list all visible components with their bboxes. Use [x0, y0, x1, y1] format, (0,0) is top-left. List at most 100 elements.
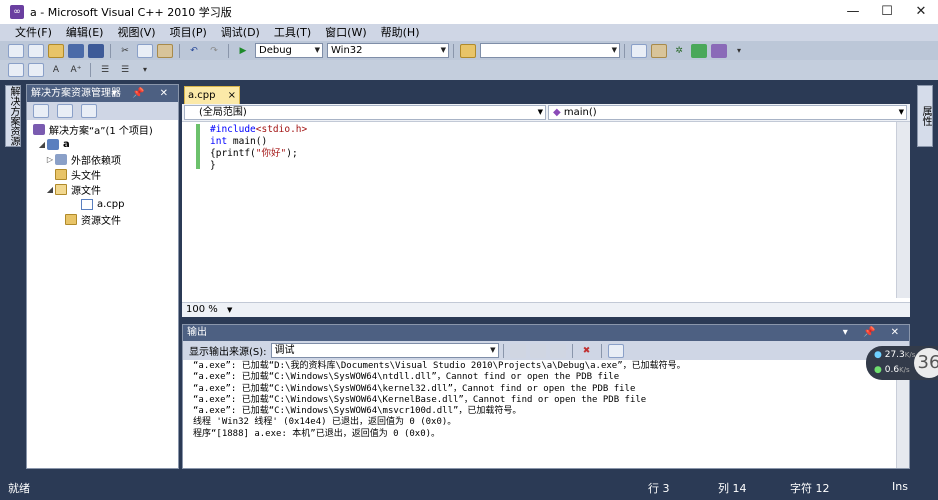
references-icon [55, 154, 67, 165]
go-to-next-message-icon[interactable] [549, 343, 566, 358]
toolbar-options-icon[interactable]: ▾ [731, 44, 747, 58]
panel-controls[interactable]: ▾ 📌 ✕ [843, 325, 905, 341]
save-icon[interactable] [68, 43, 84, 58]
output-line: “a.exe”: 已加载“C:\Windows\SysWOW64\KernelB… [193, 394, 647, 405]
display-object-member-list-icon[interactable] [8, 63, 24, 77]
add-item-icon[interactable] [28, 43, 44, 58]
tree-item-external-deps[interactable]: ▷ 外部依赖项 [27, 152, 178, 167]
menu-file[interactable]: 文件(F) [8, 24, 59, 41]
code-area[interactable]: #include<stdio.h> int main() {printf("你好… [182, 122, 910, 298]
comment-lines-icon[interactable]: ☰ [117, 63, 133, 77]
chevron-down-icon[interactable]: ▼ [227, 306, 232, 314]
properties-window-icon[interactable] [651, 43, 667, 58]
undo-icon[interactable]: ↶ [186, 44, 202, 58]
class-view-icon[interactable] [691, 43, 707, 58]
display-word-completion-icon[interactable]: A⁺ [68, 63, 84, 77]
tree-item-label: 头文件 [71, 171, 101, 182]
display-parameter-info-icon[interactable] [28, 63, 44, 77]
output-line: 程序“[1888] a.exe: 本机”已退出，返回值为 0 (0x0)。 [193, 428, 441, 439]
tree-item-solution[interactable]: 解决方案“a”(1 个项目) [27, 122, 178, 137]
solution-icon [33, 124, 45, 135]
chevron-down-icon: ▼ [537, 108, 543, 116]
tree-item-project[interactable]: ◢ a [27, 137, 178, 152]
go-to-previous-message-icon[interactable] [529, 343, 546, 358]
new-project-icon[interactable] [8, 43, 24, 58]
tree-item-a-cpp[interactable]: a.cpp [27, 197, 178, 212]
toolbar-options-icon[interactable]: ▾ [137, 63, 153, 77]
member-select[interactable]: ◆ main() ▼ [548, 105, 907, 120]
output-text[interactable]: “a.exe”: 已加载“D:\我的资料库\Documents\Visual S… [193, 361, 893, 440]
solution-platform-select[interactable]: Win32 ▼ [327, 43, 449, 58]
minimize-button[interactable]: — [836, 0, 870, 24]
redo-icon[interactable]: ↷ [206, 44, 222, 58]
save-all-icon[interactable] [88, 43, 104, 58]
find-in-files-icon[interactable] [460, 43, 476, 58]
close-button[interactable]: ✕ [904, 0, 938, 24]
output-line: “a.exe”: 已加载“C:\Windows\SysWOW64\ntdll.d… [193, 372, 620, 383]
expand-arrow-icon[interactable]: ▷ [45, 155, 55, 164]
output-line: “a.exe”: 已加载“D:\我的资料库\Documents\Visual S… [193, 361, 686, 371]
solution-explorer-icon[interactable] [631, 43, 647, 58]
output-panel: 输出 ▾ 📌 ✕ 显示输出来源(S): 调试 ▼ ✖ “a.exe”: 已加载“D… [182, 324, 910, 469]
solution-config-select[interactable]: Debug ▼ [255, 43, 323, 58]
tab-a-cpp[interactable]: a.cpp × [184, 86, 240, 104]
menu-debug[interactable]: 调试(D) [214, 24, 267, 41]
display-quick-info-icon[interactable]: A [48, 63, 64, 77]
collapse-arrow-icon[interactable]: ◢ [37, 140, 47, 149]
tree-item-label: 资源文件 [81, 216, 121, 227]
panel-controls[interactable]: ▾ 📌 ✕ [112, 85, 174, 102]
toggle-word-wrap-icon[interactable] [607, 343, 624, 358]
output-title: 输出 [187, 327, 207, 338]
tree-item-header-files[interactable]: 头文件 [27, 167, 178, 182]
status-insert-mode: Ins [892, 480, 908, 493]
properties-rail-tab[interactable]: 属性 [917, 85, 933, 147]
copy-icon[interactable] [137, 43, 153, 58]
menu-edit[interactable]: 编辑(E) [59, 24, 111, 41]
toolbox-icon[interactable]: ✲ [671, 44, 687, 58]
solution-tree: 解决方案“a”(1 个项目) ◢ a ▷ 外部依赖项 头文件 ◢ 源文件 a.c… [27, 120, 178, 227]
code-line: {printf("你好"); [210, 148, 298, 159]
solution-explorer-rail-tab[interactable]: 解决方案资源 [5, 85, 21, 147]
extension-manager-icon[interactable] [711, 43, 727, 58]
tree-item-resource-files[interactable]: 资源文件 [27, 212, 178, 227]
project-icon [47, 139, 59, 150]
network-speed-widget[interactable]: ● 27.3K/s ● 0.6K/s 36 [866, 346, 938, 380]
paste-icon[interactable] [157, 43, 173, 58]
find-combo[interactable]: ▼ [480, 43, 620, 58]
view-class-diagram-icon[interactable] [81, 104, 97, 118]
scope-select[interactable]: (全局范围) ▼ [184, 105, 546, 120]
tree-item-label: a [63, 139, 70, 150]
cut-icon[interactable]: ✂ [117, 44, 133, 58]
clear-all-icon[interactable]: ✖ [579, 344, 595, 358]
code-line: int main() [210, 136, 268, 147]
output-line: “a.exe”: 已加载“C:\Windows\SysWOW64\msvcr10… [193, 406, 522, 417]
find-message-icon[interactable] [509, 343, 526, 358]
decrease-indent-icon[interactable]: ☰ [97, 63, 113, 77]
editor-vertical-scrollbar[interactable] [896, 122, 910, 298]
download-speed: ● 0.6K/s [874, 365, 910, 375]
close-tab-icon[interactable]: × [228, 87, 236, 104]
standard-toolbar: ✂ ↶ ↷ ▶ Debug ▼ Win32 ▼ ▼ ✲ ▾ [0, 41, 938, 60]
menu-project[interactable]: 项目(P) [163, 24, 214, 41]
menu-view[interactable]: 视图(V) [110, 24, 162, 41]
code-line: } [210, 160, 216, 171]
usage-badge: 36 [914, 348, 938, 378]
tree-item-source-files[interactable]: ◢ 源文件 [27, 182, 178, 197]
open-file-icon[interactable] [48, 43, 64, 58]
output-source-select[interactable]: 调试 ▼ [270, 343, 499, 358]
collapse-arrow-icon[interactable]: ◢ [45, 185, 55, 194]
document-tab-strip: a.cpp × [182, 84, 910, 104]
status-ready: 就绪 [8, 482, 30, 495]
solution-explorer-title: 解决方案资源管理器 [31, 88, 121, 99]
output-line: “a.exe”: 已加载“C:\Windows\SysWOW64\kernel3… [193, 383, 636, 394]
maximize-button[interactable]: ☐ [870, 0, 904, 24]
chevron-down-icon: ▼ [490, 346, 496, 354]
menu-tools[interactable]: 工具(T) [267, 24, 318, 41]
tree-item-label: 外部依赖项 [71, 156, 121, 167]
menu-help[interactable]: 帮助(H) [374, 24, 427, 41]
show-all-files-icon[interactable] [57, 104, 73, 118]
start-debugging-icon[interactable]: ▶ [235, 44, 251, 58]
zoom-level-select[interactable]: 100 % [186, 304, 218, 315]
menu-window[interactable]: 窗口(W) [318, 24, 373, 41]
properties-icon[interactable] [33, 104, 49, 118]
